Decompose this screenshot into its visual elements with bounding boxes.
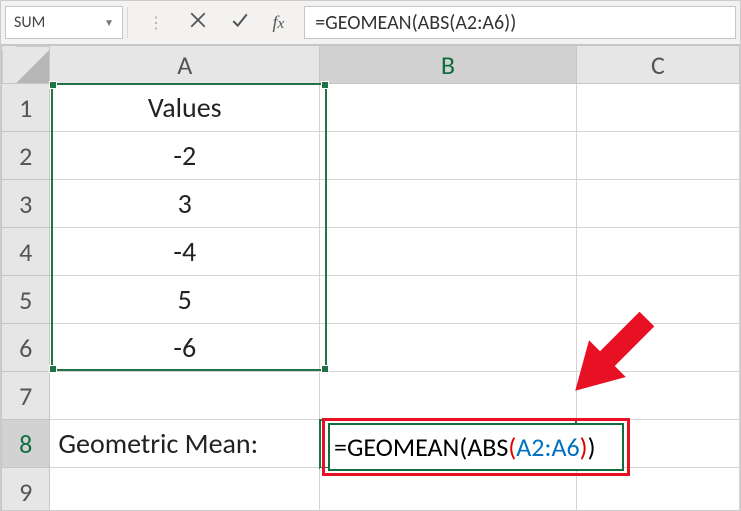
cell-editor[interactable]: =GEOMEAN(ABS(A2:A6)) xyxy=(328,423,624,471)
col-header-c[interactable]: C xyxy=(576,46,739,84)
cell-a7[interactable] xyxy=(50,372,320,420)
cell-c2[interactable] xyxy=(576,132,739,180)
cell-c6[interactable] xyxy=(576,324,739,372)
tok-rp2: ) xyxy=(580,431,588,463)
cell-b9[interactable] xyxy=(320,468,577,511)
fx-icon[interactable]: fx xyxy=(273,12,285,33)
col-header-b[interactable]: B xyxy=(320,46,577,84)
cell-a5[interactable]: 5 xyxy=(50,276,320,324)
formula-input[interactable]: =GEOMEAN(ABS(A2:A6)) xyxy=(304,6,736,39)
cell-a8[interactable]: Geometric Mean: xyxy=(50,420,320,468)
cell-c5[interactable] xyxy=(576,276,739,324)
cell-c1[interactable] xyxy=(576,84,739,132)
cell-c9[interactable] xyxy=(576,468,739,511)
row-header-7[interactable]: 7 xyxy=(2,372,50,420)
tok-lp2: ( xyxy=(508,431,516,463)
row-header-2[interactable]: 2 xyxy=(2,132,50,180)
row-header-6[interactable]: 6 xyxy=(2,324,50,372)
col-header-a[interactable]: A xyxy=(50,46,320,84)
name-box[interactable]: SUM ▼ xyxy=(5,6,123,39)
cell-a3[interactable]: 3 xyxy=(50,180,320,228)
cell-b7[interactable] xyxy=(320,372,577,420)
more-icon[interactable]: ⋮ xyxy=(148,13,165,33)
row-header-3[interactable]: 3 xyxy=(2,180,50,228)
cell-b1[interactable] xyxy=(320,84,577,132)
enter-icon[interactable] xyxy=(231,11,249,34)
cell-a2[interactable]: -2 xyxy=(50,132,320,180)
tok-eq: = xyxy=(334,431,347,463)
formula-bar-buttons: ⋮ fx xyxy=(128,1,304,44)
cell-b3[interactable] xyxy=(320,180,577,228)
cell-c7[interactable] xyxy=(576,372,739,420)
cell-b6[interactable] xyxy=(320,324,577,372)
row-header-4[interactable]: 4 xyxy=(2,228,50,276)
cell-a9[interactable] xyxy=(50,468,320,511)
name-box-value: SUM xyxy=(14,13,45,32)
row-header-8[interactable]: 8 xyxy=(2,420,50,468)
select-all-corner[interactable] xyxy=(2,46,50,84)
tok-rp1: ) xyxy=(588,431,596,463)
cell-b5[interactable] xyxy=(320,276,577,324)
cell-c3[interactable] xyxy=(576,180,739,228)
cell-a4[interactable]: -4 xyxy=(50,228,320,276)
cell-a1[interactable]: Values xyxy=(50,84,320,132)
tok-lp1: ( xyxy=(459,431,467,463)
formula-bar: SUM ▼ ⋮ fx =GEOMEAN(ABS(A2:A6)) xyxy=(1,1,740,45)
tok-fn2: ABS xyxy=(467,431,508,463)
row-header-9[interactable]: 9 xyxy=(2,468,50,511)
row-header-1[interactable]: 1 xyxy=(2,84,50,132)
tok-ref: A2:A6 xyxy=(516,431,579,463)
cell-b4[interactable] xyxy=(320,228,577,276)
formula-text: =GEOMEAN(ABS(A2:A6)) xyxy=(315,11,516,35)
tok-fn1: GEOMEAN xyxy=(347,431,459,463)
cancel-icon[interactable] xyxy=(189,11,207,34)
cell-a6[interactable]: -6 xyxy=(50,324,320,372)
row-header-5[interactable]: 5 xyxy=(2,276,50,324)
cell-c4[interactable] xyxy=(576,228,739,276)
cell-b2[interactable] xyxy=(320,132,577,180)
chevron-down-icon[interactable]: ▼ xyxy=(104,16,114,29)
